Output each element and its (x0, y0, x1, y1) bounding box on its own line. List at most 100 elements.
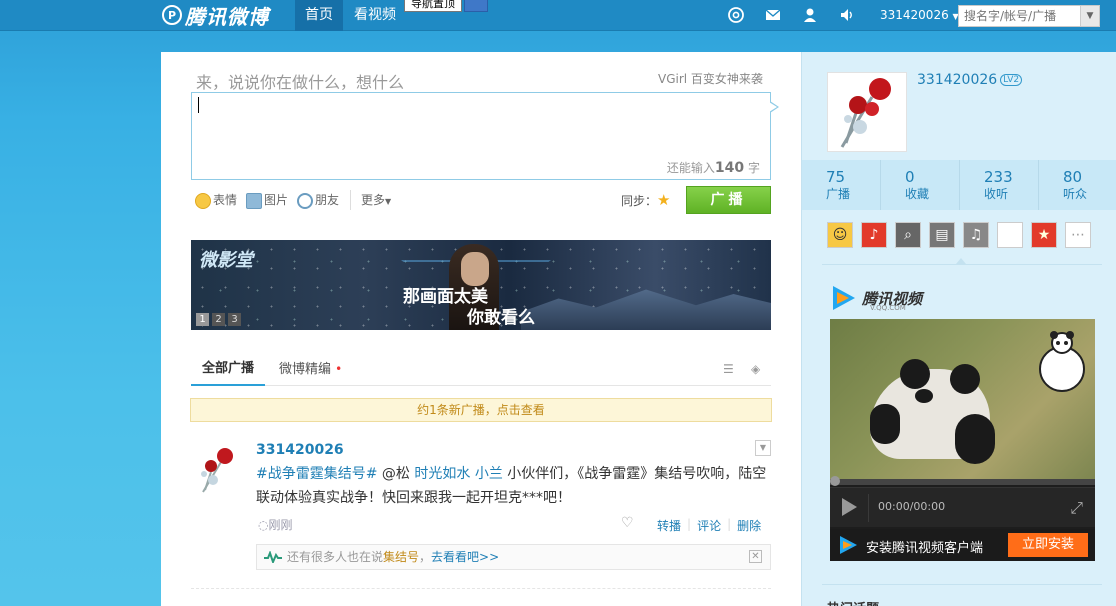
smile-app-icon[interactable]: ☺ (827, 222, 853, 248)
stat-num: 233 (984, 168, 1013, 186)
banner-page-3[interactable]: 3 (228, 313, 241, 326)
app-shortcuts: ☺ ♪ ⌕ ▤ ♫ ★ ⋯ (827, 222, 1091, 248)
delete-button[interactable]: 删除 (731, 517, 767, 534)
top-username[interactable]: 331420026 ▼ (880, 0, 959, 31)
play-icon[interactable] (842, 498, 857, 516)
post-time[interactable]: ◌刚刚 (258, 516, 293, 533)
blank-app-icon[interactable] (997, 222, 1023, 248)
profile-avatar[interactable] (827, 72, 907, 152)
mail-icon[interactable] (764, 6, 782, 24)
repost-button[interactable]: 转播 (651, 517, 687, 534)
playback-time: 00:00/00:00 (878, 500, 946, 513)
more-app-icon[interactable]: ⋯ (1065, 222, 1091, 248)
stat-num: 75 (826, 168, 846, 186)
star-app-icon[interactable]: ★ (1031, 222, 1057, 248)
vgirl-promo-link[interactable]: VGirl 百变女神来袭 (658, 70, 763, 87)
post-author[interactable]: 331420026 (256, 442, 344, 458)
stat-favorites[interactable]: 0 收藏 (881, 160, 960, 210)
emoji-tool-label: 表情 (213, 193, 238, 207)
banner-headline-2: 你敢看么 (467, 308, 535, 328)
feed-tabs: 全部广播 微博精编 • ☰ ◈ (191, 358, 771, 386)
image-tool[interactable]: 图片 (246, 190, 288, 210)
banner-pager: 1 2 3 (196, 313, 241, 326)
like-heart-icon[interactable]: ♡ (621, 515, 634, 531)
collapse-arrow-icon[interactable] (956, 258, 966, 264)
comment-button[interactable]: 评论 (691, 517, 727, 534)
image-tool-label: 图片 (264, 193, 289, 207)
post-topic-link[interactable]: #战争雷霆集结号# (256, 466, 377, 482)
post-menu-chevron-icon[interactable]: ▼ (755, 440, 771, 456)
video-player[interactable]: 00:00/00:00 ⤢ 安装腾讯视频客户端 立即安装 (830, 319, 1095, 561)
stat-label: 听众 (1063, 187, 1088, 201)
floating-nav-pin[interactable]: 导航置顶 (404, 0, 462, 12)
trend-keyword[interactable]: 集结号 (383, 550, 419, 564)
remain-suffix: 字 (747, 161, 760, 175)
seek-bar[interactable] (830, 479, 1095, 485)
site-logo[interactable]: P 腾讯微博 (162, 2, 269, 29)
search-dropdown-icon[interactable]: ▼ (1080, 6, 1099, 26)
video-brand-icon (840, 536, 857, 554)
filter-shield-icon[interactable]: ◈ (751, 362, 760, 376)
star-icon[interactable]: ★ (657, 191, 670, 209)
more-tool[interactable]: 更多▼ (350, 190, 391, 210)
seek-handle[interactable] (830, 476, 840, 486)
close-icon[interactable]: ✕ (749, 550, 762, 563)
profile-name[interactable]: 331420026 LV2 (917, 72, 1023, 88)
control-divider (868, 494, 869, 522)
friend-link-2[interactable]: 小兰 (475, 466, 503, 482)
stat-num: 0 (905, 168, 915, 186)
search-input[interactable] (958, 5, 1100, 27)
stat-followers[interactable]: 80 听众 (1039, 160, 1116, 210)
nav-tab-video[interactable]: 看视频 (344, 0, 406, 31)
post-textarea[interactable]: 还能输入140 字 (191, 92, 779, 180)
list-view-icon[interactable]: ☰ (723, 362, 734, 376)
trend-hint: 还有很多人也在说集结号，去看看吧>> ✕ (256, 544, 771, 570)
nav-tab-home[interactable]: 首页 (295, 0, 343, 31)
promo-banner[interactable]: 微影堂 那画面太美 你敢看么 1 2 3 (191, 240, 771, 330)
trend-prefix: 还有很多人也在说 (287, 550, 384, 564)
post-mention[interactable]: @松 (382, 466, 410, 482)
logo-mark-icon: P (162, 5, 182, 25)
at-friend-icon (297, 192, 313, 209)
user-icon[interactable] (801, 6, 819, 24)
video-frame[interactable] (830, 319, 1095, 479)
install-client-bar: 安装腾讯视频客户端 立即安装 (830, 529, 1095, 561)
trend-link[interactable]: 去看看吧>> (431, 550, 499, 564)
sidebar-divider (822, 264, 1102, 265)
clock-icon: ◌ (258, 518, 269, 532)
chevron-down-icon: ▼ (385, 197, 392, 206)
avatar[interactable] (191, 444, 241, 494)
tab-picks-label: 微博精编 (279, 362, 332, 377)
friend-link-1[interactable]: 时光如水 (414, 466, 470, 482)
sync-option[interactable]: 同步：★ (621, 191, 670, 209)
tab-all-broadcasts[interactable]: 全部广播 (191, 358, 266, 386)
text-cursor (198, 97, 199, 113)
emoji-tool[interactable]: 表情 (195, 190, 237, 210)
panda-leg (955, 414, 995, 464)
post-actions: 转播 | 评论 | 删除 (651, 517, 767, 534)
stat-label: 广播 (826, 187, 851, 201)
tab-picks[interactable]: 微博精编 • (279, 358, 342, 386)
bell-app-icon[interactable]: ♪ (861, 222, 887, 248)
stat-broadcasts[interactable]: 75 广播 (802, 160, 881, 210)
banner-page-2[interactable]: 2 (212, 313, 225, 326)
music-app-icon[interactable]: ♫ (963, 222, 989, 248)
level-badge[interactable]: LV2 (1000, 74, 1023, 86)
search-app-icon[interactable]: ⌕ (895, 222, 921, 248)
stat-following[interactable]: 233 收听 (960, 160, 1039, 210)
speaker-icon[interactable] (838, 6, 856, 24)
fullscreen-icon[interactable]: ⤢ (1070, 498, 1083, 518)
top-navbar: P 腾讯微博 首页 看视频 导航置顶 331420026 ▼ ▼ (0, 0, 1116, 31)
floating-nav-toggle[interactable] (464, 0, 488, 12)
post-text-2: 联动体验真实战争！快回来跟我一起开坦克***吧！ (256, 490, 571, 506)
banner-page-1[interactable]: 1 (196, 313, 209, 326)
friend-tool[interactable]: 朋友 (297, 190, 339, 210)
smile-icon (195, 192, 211, 209)
composer-prompt: 来，说说你在做什么，想什么 (196, 73, 405, 92)
install-now-button[interactable]: 立即安装 (1008, 533, 1088, 557)
top-username-text: 331420026 (880, 8, 949, 22)
at-icon[interactable] (727, 6, 745, 24)
broadcast-button[interactable]: 广播 (686, 186, 771, 214)
calendar-app-icon[interactable]: ▤ (929, 222, 955, 248)
new-broadcast-notice[interactable]: 约1条新广播，点击查看 (190, 398, 772, 422)
